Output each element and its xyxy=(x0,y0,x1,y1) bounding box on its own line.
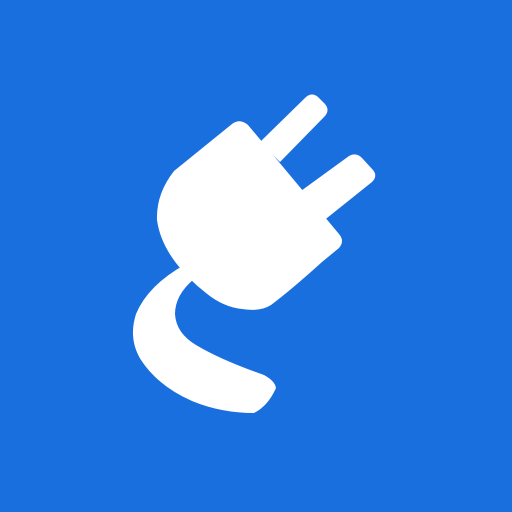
electric-plug-icon xyxy=(132,94,376,413)
app-icon-tile[interactable] xyxy=(0,0,512,512)
